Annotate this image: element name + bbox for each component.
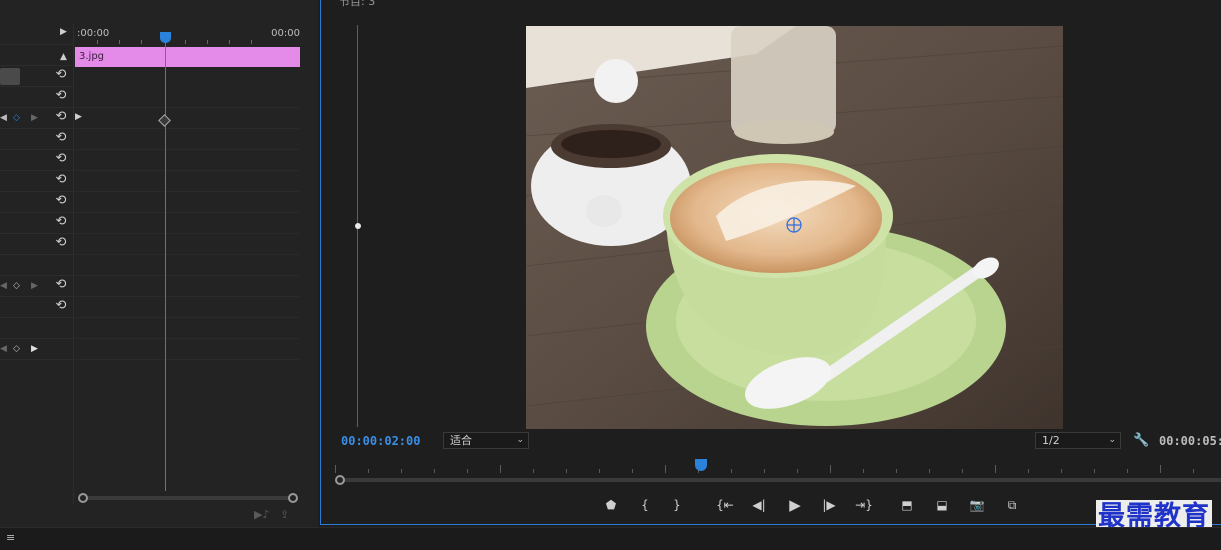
add-keyframe-icon[interactable]: ◇ — [13, 280, 20, 292]
reset-icon[interactable]: ⟲ — [54, 152, 68, 166]
timeline-zoom-scrollbar[interactable] — [78, 493, 298, 503]
resolution-value: 1/2 — [1042, 434, 1060, 447]
latte-art-coffee-cup-photo[interactable] — [526, 26, 1063, 429]
chevron-down-icon: ⌄ — [1108, 435, 1116, 445]
step-back-icon[interactable]: ◀| — [749, 496, 769, 514]
param-row-motion: ⟲ — [0, 66, 74, 87]
scroll-start-handle[interactable] — [78, 493, 88, 503]
motion-path-point[interactable] — [355, 223, 361, 229]
param-row: ⟲ — [0, 150, 74, 171]
reset-icon[interactable]: ⟲ — [54, 278, 68, 292]
monitor-time-ruler[interactable] — [335, 457, 1221, 473]
reset-icon[interactable]: ⟲ — [54, 299, 68, 313]
status-bar: ≡ — [0, 527, 1221, 550]
duration-timecode: 00:00:05: — [1159, 434, 1221, 448]
wrench-icon[interactable]: 🔧 — [1133, 433, 1149, 448]
play-icon[interactable]: ▶ — [785, 496, 805, 514]
param-row: ⟲ — [0, 87, 74, 108]
reset-icon[interactable]: ⟲ — [54, 194, 68, 208]
zoom-level-select[interactable]: 适合 ⌄ — [443, 432, 529, 449]
param-row: ⟲ — [0, 192, 74, 213]
param-row — [0, 255, 74, 276]
param-row: ⟲ — [0, 171, 74, 192]
prev-keyframe-icon[interactable]: ◀ — [0, 280, 7, 292]
program-monitor: 节目: 3 00:00:02:00 适合 ⌄ 1/2 ⌄ 🔧 00:00:05:… — [320, 0, 1221, 525]
camera-icon[interactable]: 📷 — [967, 496, 987, 514]
extract-icon[interactable]: ⬓ — [931, 496, 953, 514]
mark-out-icon[interactable]: } — [669, 496, 685, 514]
param-row — [0, 318, 74, 339]
add-keyframe-icon[interactable]: ◇ — [13, 112, 20, 124]
keyframe-timeline[interactable]: ▶ — [75, 24, 300, 494]
triangle-up-icon[interactable]: ▲ — [60, 52, 67, 62]
reset-icon[interactable]: ⟲ — [54, 131, 68, 145]
param-row: ⟲ — [0, 213, 74, 234]
param-row: ⟲ — [0, 297, 74, 318]
export-icon[interactable]: ⇪ — [280, 508, 289, 521]
reset-icon[interactable]: ⟲ — [54, 173, 68, 187]
add-keyframe-icon[interactable]: ◇ — [13, 343, 20, 355]
transport-controls: ⬟ { } {⇤ ◀| ▶ |▶ ⇥} ⬒ ⬓ 📷 ⧉ — [601, 496, 1021, 514]
parameter-column: ⟲ ⟲ ◀ ◇ ▶ ⟲ ⟲ ⟲ ⟲ ⟲ ⟲ ⟲ ◀ ◇ ▶ ⟲ ⟲ ◀ ◇ ▶ — [0, 24, 74, 504]
mark-in-icon[interactable]: { — [637, 496, 653, 514]
reset-icon[interactable]: ⟲ — [54, 236, 68, 250]
param-row-opacity: ◀ ◇ ▶ ⟲ — [0, 276, 74, 297]
param-row: ⟲ — [0, 234, 74, 255]
keyframe-navigator: ◀ ◇ ▶ — [0, 280, 40, 292]
play-right-icon[interactable]: ▶ — [60, 27, 67, 37]
param-row-time-remap: ◀ ◇ ▶ — [0, 339, 74, 360]
go-to-in-icon[interactable]: {⇤ — [714, 496, 736, 514]
scroll-start-handle[interactable] — [335, 475, 345, 485]
playhead-line[interactable] — [165, 36, 166, 491]
next-keyframe-icon[interactable]: ▶ — [31, 280, 38, 292]
next-keyframe-icon[interactable]: ▶ — [31, 112, 38, 124]
value-field[interactable] — [0, 68, 20, 85]
reset-icon[interactable]: ⟲ — [54, 89, 68, 103]
marker-icon[interactable]: ⬟ — [601, 496, 621, 514]
monitor-playhead[interactable] — [695, 459, 707, 471]
play-right-icon[interactable]: ▶ — [75, 112, 82, 122]
zoom-level-value: 适合 — [450, 434, 472, 447]
keyframe-navigator: ◀ ◇ ▶ — [0, 112, 40, 124]
monitor-zoom-scrollbar[interactable] — [335, 475, 1221, 485]
filter-audio-icon[interactable]: ▶♪ — [254, 508, 269, 521]
playhead-handle[interactable] — [160, 32, 171, 43]
next-keyframe-icon[interactable]: ▶ — [31, 343, 38, 355]
reset-icon[interactable]: ⟲ — [54, 215, 68, 229]
reset-icon[interactable]: ⟲ — [54, 110, 68, 124]
effect-controls-panel: ⟲ ⟲ ◀ ◇ ▶ ⟲ ⟲ ⟲ ⟲ ⟲ ⟲ ⟲ ◀ ◇ ▶ ⟲ ⟲ ◀ ◇ ▶ … — [0, 0, 318, 527]
hamburger-menu-icon[interactable]: ≡ — [6, 531, 15, 544]
current-timecode[interactable]: 00:00:02:00 — [341, 434, 420, 448]
playback-resolution-select[interactable]: 1/2 ⌄ — [1035, 432, 1121, 449]
reset-icon[interactable]: ⟲ — [54, 68, 68, 82]
clip-bar[interactable]: 3.jpg — [75, 47, 300, 67]
prev-keyframe-icon[interactable]: ◀ — [0, 112, 7, 124]
param-row: ⟲ — [0, 129, 74, 150]
go-to-out-icon[interactable]: ⇥} — [853, 496, 875, 514]
keyframe-navigator: ◀ ◇ ▶ — [0, 343, 40, 355]
compare-icon[interactable]: ⧉ — [1001, 496, 1023, 514]
panel-footer-icons: ▶♪ ⇪ — [250, 508, 300, 522]
chevron-down-icon: ⌄ — [516, 435, 524, 445]
prev-keyframe-icon[interactable]: ◀ — [0, 343, 7, 355]
param-row-position: ◀ ◇ ▶ ⟲ — [0, 108, 74, 129]
step-forward-icon[interactable]: |▶ — [819, 496, 839, 514]
lift-icon[interactable]: ⬒ — [896, 496, 918, 514]
monitor-title[interactable]: 节目: 3 — [339, 0, 375, 9]
scroll-end-handle[interactable] — [288, 493, 298, 503]
